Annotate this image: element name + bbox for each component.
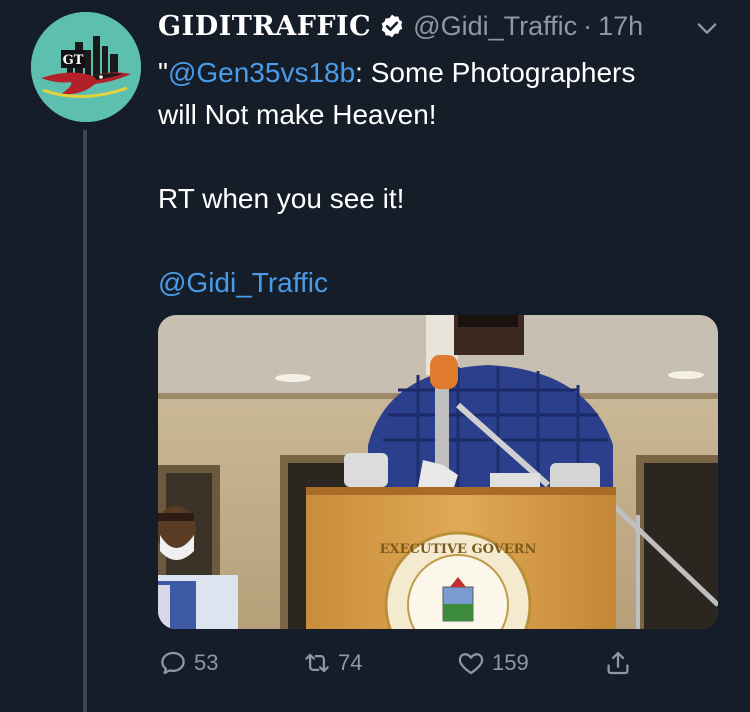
tweet-header: GIDITRAFFIC @Gidi_Traffic · 17h xyxy=(158,10,643,42)
retweet-count: 74 xyxy=(338,650,363,675)
reply-count: 53 xyxy=(194,650,219,675)
gidi-traffic-logo: GT xyxy=(31,12,141,122)
like-button[interactable]: 159 xyxy=(456,648,529,678)
tweet-line-1: "@Gen35vs18b: Some Photographers xyxy=(158,52,728,94)
verified-icon xyxy=(381,14,403,38)
thread-line xyxy=(83,130,87,712)
share-button[interactable] xyxy=(603,648,633,678)
tweet-media-image[interactable]: EXECUTIVE GOVERN xyxy=(158,315,718,629)
tweet-actions: 53 74 159 xyxy=(158,648,718,682)
reply-icon xyxy=(161,651,185,675)
reply-button[interactable]: 53 xyxy=(158,648,218,678)
seal-text: EXECUTIVE GOVERN xyxy=(380,542,537,557)
signature-link[interactable]: @Gidi_Traffic xyxy=(158,267,328,298)
tweet-text: "@Gen35vs18b: Some Photographers will No… xyxy=(158,52,728,304)
like-icon xyxy=(458,653,484,675)
separator-dot: · xyxy=(583,10,593,41)
tweet-line-1-text: : Some Photographers xyxy=(355,57,636,88)
tweet-timestamp[interactable]: 17h xyxy=(598,11,643,42)
chevron-down-icon[interactable] xyxy=(693,14,721,42)
like-count: 159 xyxy=(492,650,529,675)
retweet-icon xyxy=(305,653,329,673)
svg-text:GT: GT xyxy=(63,53,84,68)
tweet-line-2: will Not make Heaven! xyxy=(158,99,437,130)
user-handle[interactable]: @Gidi_Traffic xyxy=(413,11,577,42)
podium-photo: EXECUTIVE GOVERN xyxy=(158,315,718,629)
share-icon xyxy=(607,651,629,675)
quote-mark: " xyxy=(158,57,168,88)
mention-link[interactable]: @Gen35vs18b xyxy=(168,57,355,88)
avatar[interactable]: GT xyxy=(31,12,141,122)
tweet-line-3: RT when you see it! xyxy=(158,183,405,214)
retweet-button[interactable]: 74 xyxy=(302,648,362,678)
display-name[interactable]: GIDITRAFFIC xyxy=(158,11,371,42)
